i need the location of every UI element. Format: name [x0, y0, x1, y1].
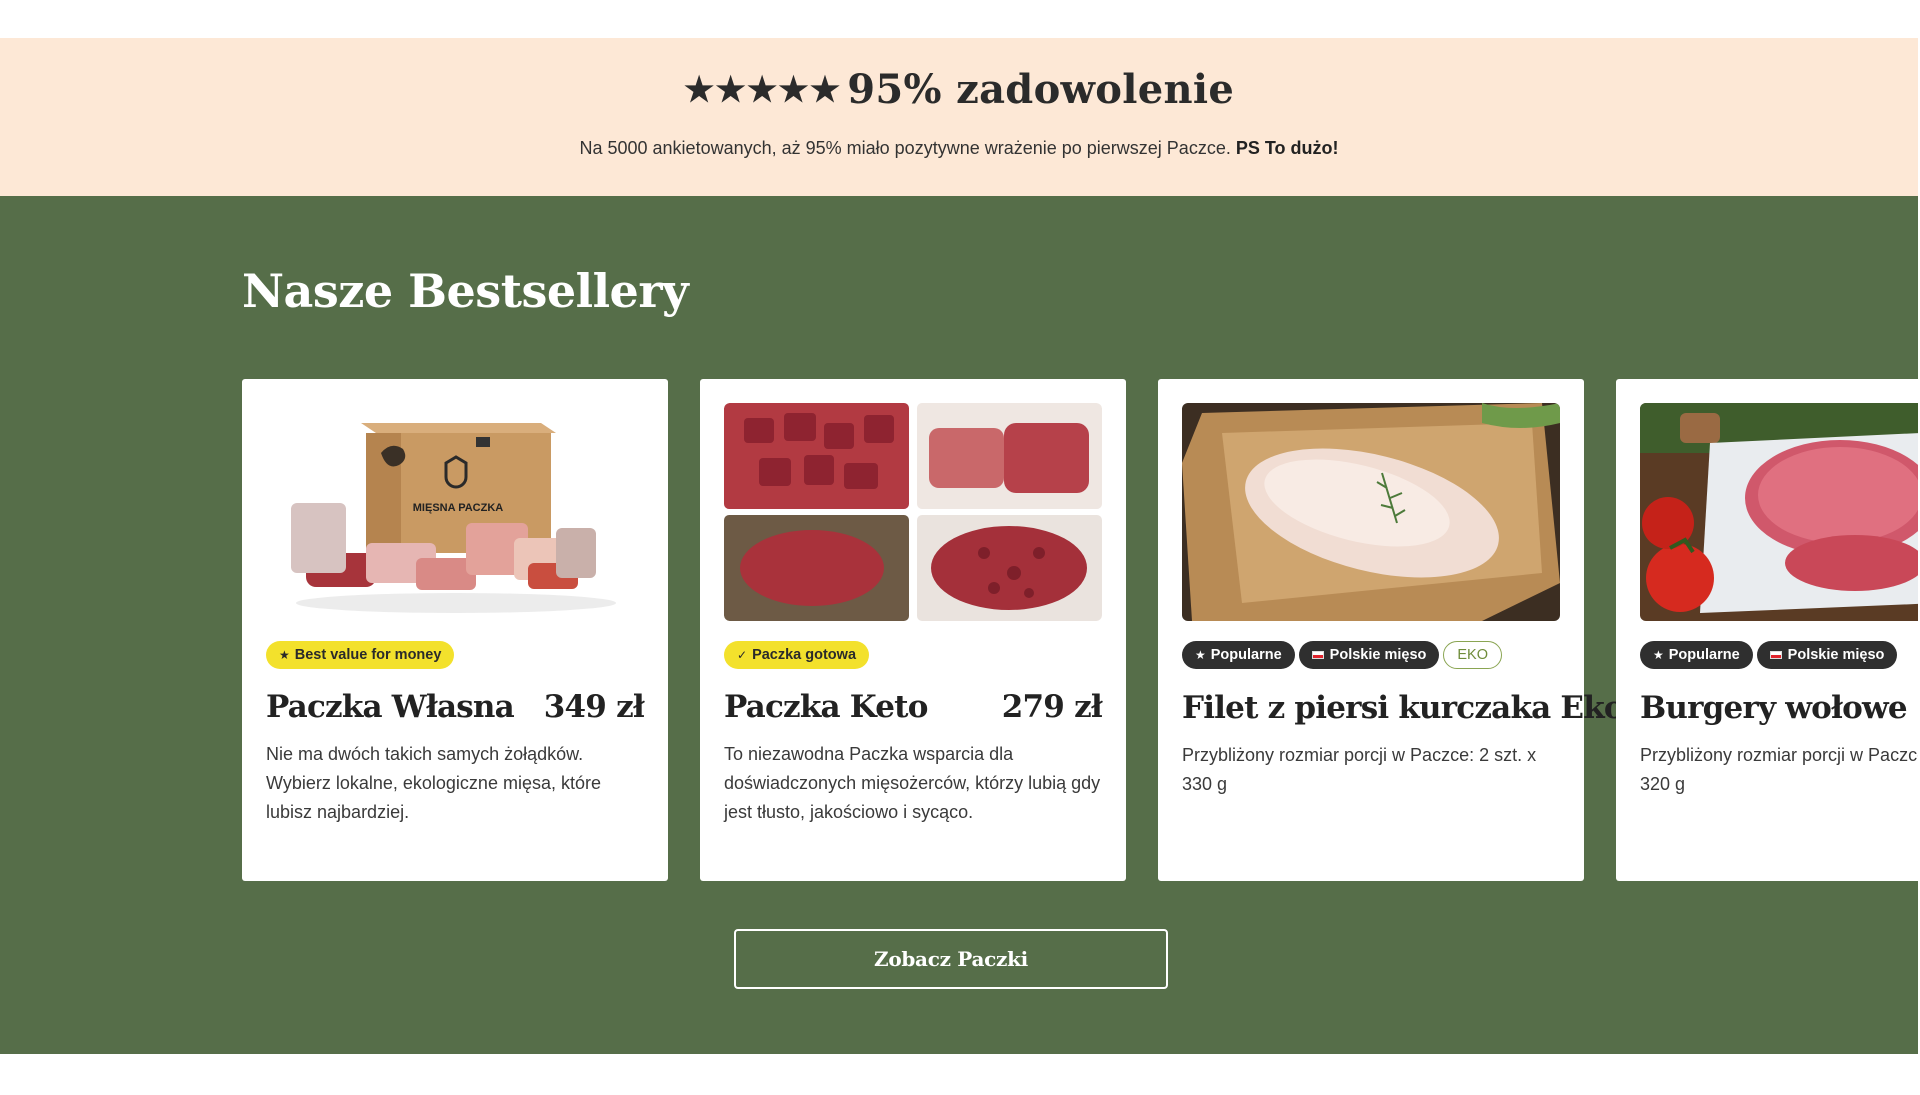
product-description: Nie ma dwóch takich samych żołądków. Wyb… — [266, 744, 601, 822]
product-name[interactable]: Filet z piersi kurczaka Eko — [1182, 690, 1625, 726]
badge-polskie-mieso: Polskie mięso — [1756, 641, 1898, 669]
product-description: Przybliżony rozmiar porcji w Paczce: 2 s… — [1182, 745, 1537, 794]
product-price: 279 zł — [1001, 689, 1103, 725]
box-label: MIĘSNA PACZKA — [413, 502, 504, 514]
badge-paczka-gotowa: ✓ Paczka gotowa — [724, 641, 870, 669]
product-card-paczka-keto[interactable]: ✓ Paczka gotowa Paczka Keto 279 zł To nie… — [700, 379, 1126, 881]
product-description: Przybliżony rozmiar porcji w Paczce: 2 s… — [1640, 745, 1918, 794]
bottom-spacer — [0, 1054, 1920, 1095]
badge-popularne: ★ Popularne — [1182, 641, 1295, 669]
star-icon: ★ — [1653, 648, 1664, 662]
polish-flag-icon — [1311, 651, 1324, 659]
badge-eko: EKO — [1443, 641, 1503, 669]
chicken-breast-photo[interactable] — [1182, 403, 1560, 621]
satisfaction-subtext: Na 5000 ankietowanych, aż 95% miało pozy… — [0, 138, 1918, 159]
product-name[interactable]: Burgery wołowe Eko — [1640, 690, 1918, 726]
beef-burger-photo[interactable] — [1640, 403, 1918, 621]
keto-meat-grid-photo[interactable] — [724, 403, 1102, 621]
product-card-paczka-wlasna[interactable]: MIĘSNA PACZKA ★ Best value for money Pacz… — [242, 379, 668, 881]
satisfaction-emphasis: PS To dużo! — [1235, 138, 1339, 158]
badge-list: ★ Best value for money — [266, 641, 455, 669]
satisfaction-heading: ★★★★★ 95% zadowolenie — [0, 66, 1918, 113]
product-card-burgery-wolowe[interactable]: ★ Popularne Polskie mięso Burgery wołowe … — [1616, 379, 1918, 881]
product-card-filet-kurczaka[interactable]: ★ Popularne Polskie mięso EKO Filet z pie… — [1158, 379, 1625, 881]
star-icon: ★ — [279, 648, 290, 662]
bestsellers-section: Nasze Bestsellery MIĘSNA PACZKA ★ Best v… — [0, 196, 1918, 1054]
badge-best-value: ★ Best value for money — [266, 641, 455, 669]
star-icon: ★ — [1195, 648, 1206, 662]
badge-list: ★ Popularne Polskie mięso EKO — [1182, 641, 1503, 669]
badge-list: ✓ Paczka gotowa — [724, 641, 870, 669]
satisfaction-heading-text: 95% zadowolenie — [847, 66, 1235, 113]
polish-flag-icon — [1769, 651, 1782, 659]
see-packages-button[interactable]: Zobacz Paczki — [734, 929, 1168, 989]
satisfaction-banner: ★★★★★ 95% zadowolenie Na 5000 ankietowany… — [0, 38, 1918, 196]
check-icon: ✓ — [737, 648, 748, 662]
badge-popularne: ★ Popularne — [1640, 641, 1753, 669]
top-spacer — [0, 0, 1920, 38]
badge-list: ★ Popularne Polskie mięso — [1640, 641, 1898, 669]
rating-stars-icon: ★★★★★ — [683, 70, 842, 110]
satisfaction-text: Na 5000 ankietowanych, aż 95% miało pozy… — [579, 138, 1231, 158]
badge-polskie-mieso: Polskie mięso — [1298, 641, 1440, 669]
product-description: To niezawodna Paczka wsparcia dla doświa… — [724, 744, 1101, 822]
product-price: 349 zł — [543, 689, 645, 725]
meat-box-photo[interactable]: MIĘSNA PACZKA — [266, 403, 644, 621]
section-title: Nasze Bestsellery — [242, 264, 689, 318]
